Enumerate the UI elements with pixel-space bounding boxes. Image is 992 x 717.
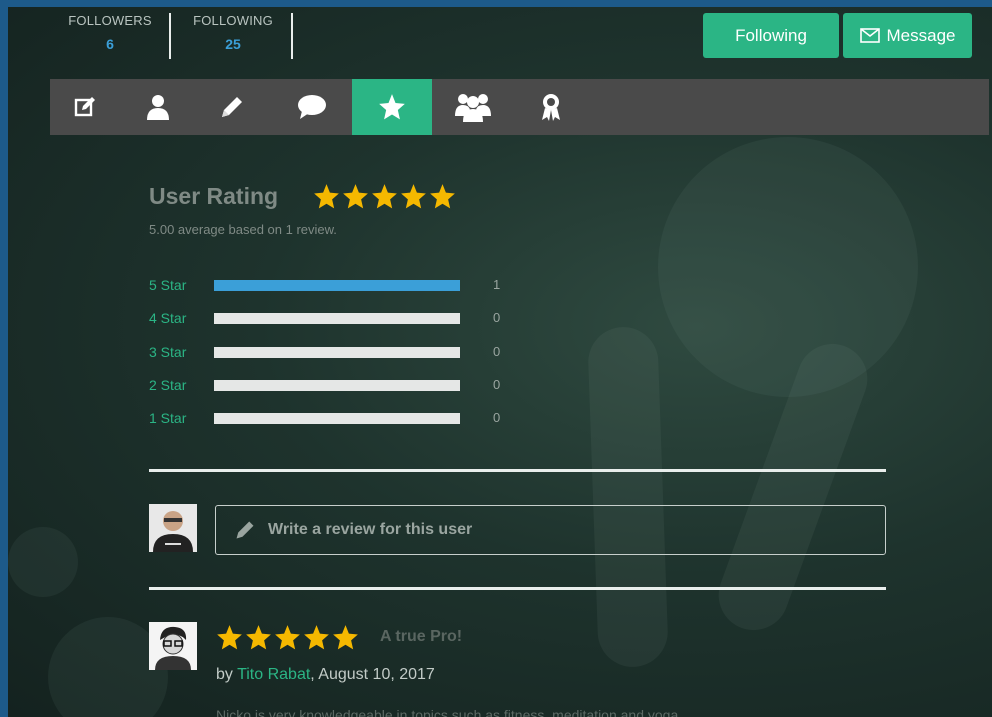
rating-row[interactable]: 1 Star 0	[149, 410, 529, 426]
rating-bar-track	[214, 313, 460, 325]
user-rating-title: User Rating	[149, 183, 279, 209]
following-label: FOLLOWING	[193, 13, 273, 28]
star-icon	[304, 625, 329, 650]
rating-row-count: 0	[493, 376, 501, 392]
followers-count: 6	[106, 36, 114, 52]
rating-row[interactable]: 5 Star 1	[149, 277, 529, 293]
message-button-label: Message	[886, 25, 956, 45]
followers-stat[interactable]: FOLLOWERS 6	[60, 13, 160, 52]
divider	[149, 469, 886, 472]
envelope-icon	[859, 28, 880, 43]
edit-icon	[74, 97, 95, 117]
rating-row-count: 1	[493, 277, 501, 292]
stat-divider	[169, 13, 171, 59]
write-review-field[interactable]: Write a review for this user	[215, 505, 886, 555]
byline-prefix: by	[216, 666, 233, 683]
following-stat[interactable]: FOLLOWING 25	[183, 13, 283, 52]
following-count: 25	[225, 36, 241, 52]
star-icon	[246, 625, 271, 650]
following-button[interactable]: Following	[703, 13, 839, 58]
rating-bar-track	[214, 413, 460, 425]
review-stars	[216, 624, 361, 651]
tab-comments[interactable]	[282, 79, 342, 135]
rating-row[interactable]: 4 Star 0	[149, 310, 529, 326]
review-date: , August 10, 2017	[310, 666, 435, 683]
divider	[149, 587, 886, 590]
rating-row-label: 1 Star	[149, 410, 187, 427]
tab-groups[interactable]	[443, 79, 503, 135]
star-icon	[314, 184, 339, 209]
rating-summary: 5.00 average based on 1 review.	[149, 222, 337, 237]
rating-row[interactable]: 3 Star 0	[149, 344, 529, 360]
review-byline: by Tito Rabat, August 10, 2017	[216, 666, 435, 684]
profile-page: FOLLOWERS 6 FOLLOWING 25 Following Messa…	[8, 7, 992, 717]
star-icon	[430, 184, 455, 209]
star-icon	[401, 184, 426, 209]
rating-bar-fill	[214, 280, 460, 291]
star-icon	[275, 625, 300, 650]
tab-badges[interactable]	[521, 79, 581, 135]
background-bokeh	[8, 527, 78, 597]
star-icon	[333, 625, 358, 650]
group-icon	[455, 94, 491, 122]
rating-row[interactable]: 2 Star 0	[149, 377, 529, 393]
chat-bubble-icon	[298, 95, 326, 119]
tab-profile[interactable]	[128, 79, 188, 135]
current-user-avatar	[149, 504, 197, 552]
following-button-label: Following	[735, 25, 807, 45]
avatar-photo	[149, 504, 197, 552]
user-icon	[147, 95, 169, 120]
message-button[interactable]: Message	[843, 13, 972, 58]
star-icon	[343, 184, 368, 209]
star-icon	[217, 625, 242, 650]
reviewer-avatar[interactable]	[149, 622, 197, 670]
rating-row-label: 2 Star	[149, 376, 187, 393]
review-text: Nicko is very knowledgeable in topics su…	[216, 707, 683, 717]
profile-tab-bar	[50, 79, 989, 135]
rating-row-count: 0	[493, 410, 501, 426]
rating-row-label: 4 Star	[149, 310, 187, 327]
pencil-icon	[236, 521, 254, 539]
review-title: A true Pro!	[380, 628, 463, 645]
followers-label: FOLLOWERS	[68, 13, 152, 28]
user-rating-stars	[313, 183, 458, 210]
background-bokeh	[658, 137, 918, 397]
star-icon	[372, 184, 397, 209]
rating-row-label: 3 Star	[149, 343, 187, 360]
rating-bar-track	[214, 379, 460, 391]
write-review-placeholder: Write a review for this user	[268, 521, 473, 538]
star-icon	[379, 94, 405, 120]
tab-activity[interactable]	[55, 79, 115, 135]
rating-bar-track	[214, 346, 460, 358]
rating-row-count: 0	[493, 343, 501, 359]
tab-reviews[interactable]	[352, 79, 432, 135]
pencil-icon	[222, 97, 242, 117]
rating-row-label: 5 Star	[149, 277, 187, 293]
review-author-link[interactable]: Tito Rabat	[237, 666, 310, 683]
stat-divider	[291, 13, 293, 59]
rating-bar-track	[214, 280, 460, 291]
tab-posts[interactable]	[202, 79, 262, 135]
rating-row-count: 0	[493, 310, 501, 326]
avatar-photo	[149, 622, 197, 670]
background-photo	[587, 325, 669, 669]
award-icon	[542, 94, 560, 121]
